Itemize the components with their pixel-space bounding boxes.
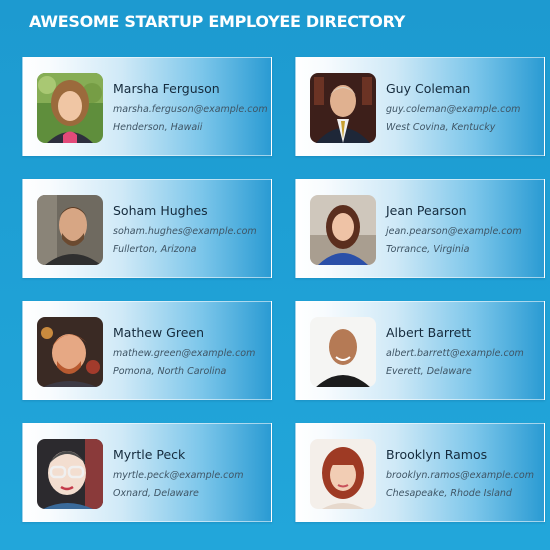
- employee-name: Soham Hughes: [113, 203, 208, 218]
- employee-location: Fullerton, Arizona: [113, 244, 197, 255]
- employee-card[interactable]: Brooklyn Ramos brooklyn.ramos@example.co…: [295, 423, 545, 522]
- employee-location: Torrance, Virginia: [386, 244, 470, 255]
- employee-card[interactable]: Marsha Ferguson marsha.ferguson@example.…: [22, 57, 272, 156]
- avatar: [310, 439, 376, 509]
- avatar: [37, 73, 103, 143]
- employee-email: soham.hughes@example.com: [113, 226, 257, 237]
- employee-card[interactable]: Mathew Green mathew.green@example.com Po…: [22, 301, 272, 400]
- employee-name: Myrtle Peck: [113, 447, 186, 462]
- employee-card[interactable]: Albert Barrett albert.barrett@example.co…: [295, 301, 545, 400]
- avatar: [310, 317, 376, 387]
- employee-location: Chesapeake, Rhode Island: [386, 488, 512, 499]
- employee-email: guy.coleman@example.com: [386, 104, 521, 115]
- avatar: [37, 439, 103, 509]
- employee-email: mathew.green@example.com: [113, 348, 256, 359]
- employee-name: Jean Pearson: [386, 203, 467, 218]
- employee-card[interactable]: Jean Pearson jean.pearson@example.com To…: [295, 179, 545, 278]
- avatar: [310, 73, 376, 143]
- avatar: [37, 317, 103, 387]
- employee-email: jean.pearson@example.com: [386, 226, 522, 237]
- avatar: [37, 195, 103, 265]
- employee-email: albert.barrett@example.com: [386, 348, 524, 359]
- avatar: [310, 195, 376, 265]
- employee-name: Brooklyn Ramos: [386, 447, 488, 462]
- employee-location: Pomona, North Carolina: [113, 366, 227, 377]
- employee-location: Oxnard, Delaware: [113, 488, 199, 499]
- employee-card[interactable]: Soham Hughes soham.hughes@example.com Fu…: [22, 179, 272, 278]
- employee-card[interactable]: Myrtle Peck myrtle.peck@example.com Oxna…: [22, 423, 272, 522]
- page-title: AWESOME STARTUP EMPLOYEE DIRECTORY: [29, 12, 405, 31]
- employee-email: marsha.ferguson@example.com: [113, 104, 268, 115]
- employee-name: Guy Coleman: [386, 81, 471, 96]
- employee-location: Henderson, Hawaii: [113, 122, 203, 133]
- employee-card[interactable]: Guy Coleman guy.coleman@example.com West…: [295, 57, 545, 156]
- employee-location: Everett, Delaware: [386, 366, 472, 377]
- employee-location: West Covina, Kentucky: [386, 122, 496, 133]
- employee-name: Marsha Ferguson: [113, 81, 220, 96]
- employee-email: myrtle.peck@example.com: [113, 470, 244, 481]
- employee-name: Mathew Green: [113, 325, 205, 340]
- employee-email: brooklyn.ramos@example.com: [386, 470, 534, 481]
- employee-name: Albert Barrett: [386, 325, 472, 340]
